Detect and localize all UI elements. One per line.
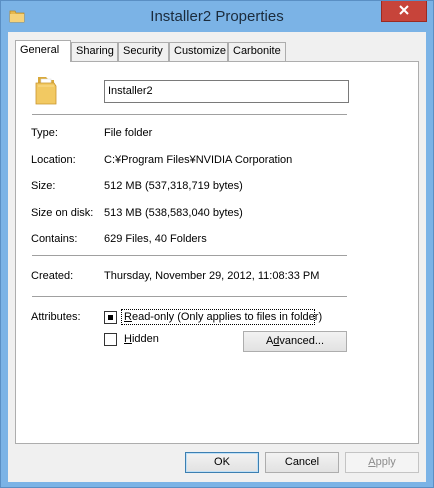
label-text: vanced... [279,335,325,347]
cancel-button[interactable]: Cancel [265,452,339,473]
tab-carbonite[interactable]: Carbonite [228,42,286,61]
location-label: Location: [31,154,76,166]
indeterminate-mark [108,315,113,320]
close-button[interactable] [381,1,427,22]
general-panel: Installer2 Type: File folder Location: C… [15,61,419,444]
read-only-checkbox[interactable] [104,311,117,324]
size-label: Size: [31,180,56,192]
close-icon [398,4,410,18]
separator [32,114,347,115]
size-on-disk-label: Size on disk: [31,207,94,219]
advanced-button[interactable]: Advanced... [243,331,347,352]
label-text: idden [131,333,159,345]
tab-label: Carbonite [233,45,281,57]
title-bar[interactable]: Installer2 Properties [1,1,433,32]
apply-button[interactable]: Apply [345,452,419,473]
window-title: Installer2 Properties [150,8,284,25]
type-value: File folder [104,127,153,139]
folder-name-input[interactable]: Installer2 [104,80,349,103]
mnemonic-char: H [124,333,132,345]
hidden-checkbox[interactable] [104,333,117,346]
size-on-disk-value: 513 MB (538,583,040 bytes) [104,207,243,219]
label-text: pply [375,456,396,468]
contains-label: Contains: [31,233,78,245]
tab-general[interactable]: General [15,40,71,62]
contains-value: 629 Files, 40 Folders [104,233,207,245]
folder-icon [32,73,66,107]
tab-security[interactable]: Security [118,42,169,61]
hidden-label: Hidden [124,333,159,345]
separator [32,296,347,297]
tab-customize[interactable]: Customize [169,42,228,61]
dialog-client: General Sharing Security Customize Carbo… [8,32,426,482]
tab-label: Customize [174,45,226,57]
created-value: Thursday, November 29, 2012, 11:08:33 PM [104,270,320,282]
attributes-label: Attributes: [31,311,81,323]
mnemonic-char: A [368,456,376,468]
tab-label: Security [123,45,163,57]
mnemonic-char: R [124,311,132,323]
tab-label: Sharing [76,45,114,57]
type-label: Type: [31,127,58,139]
label-text: ead-only (Only applies to files in folde… [131,311,323,323]
location-value: C:¥Program Files¥NVIDIA Corporation [104,154,293,166]
size-value: 512 MB (537,318,719 bytes) [104,180,243,192]
created-label: Created: [31,270,74,282]
tab-label: General [20,44,60,56]
separator [32,255,347,256]
properties-window: Installer2 Properties General Sharing Se… [0,0,434,488]
read-only-label: Read-only (Only applies to files in fold… [124,311,322,323]
ok-button[interactable]: OK [185,452,259,473]
tab-sharing[interactable]: Sharing [71,42,118,61]
